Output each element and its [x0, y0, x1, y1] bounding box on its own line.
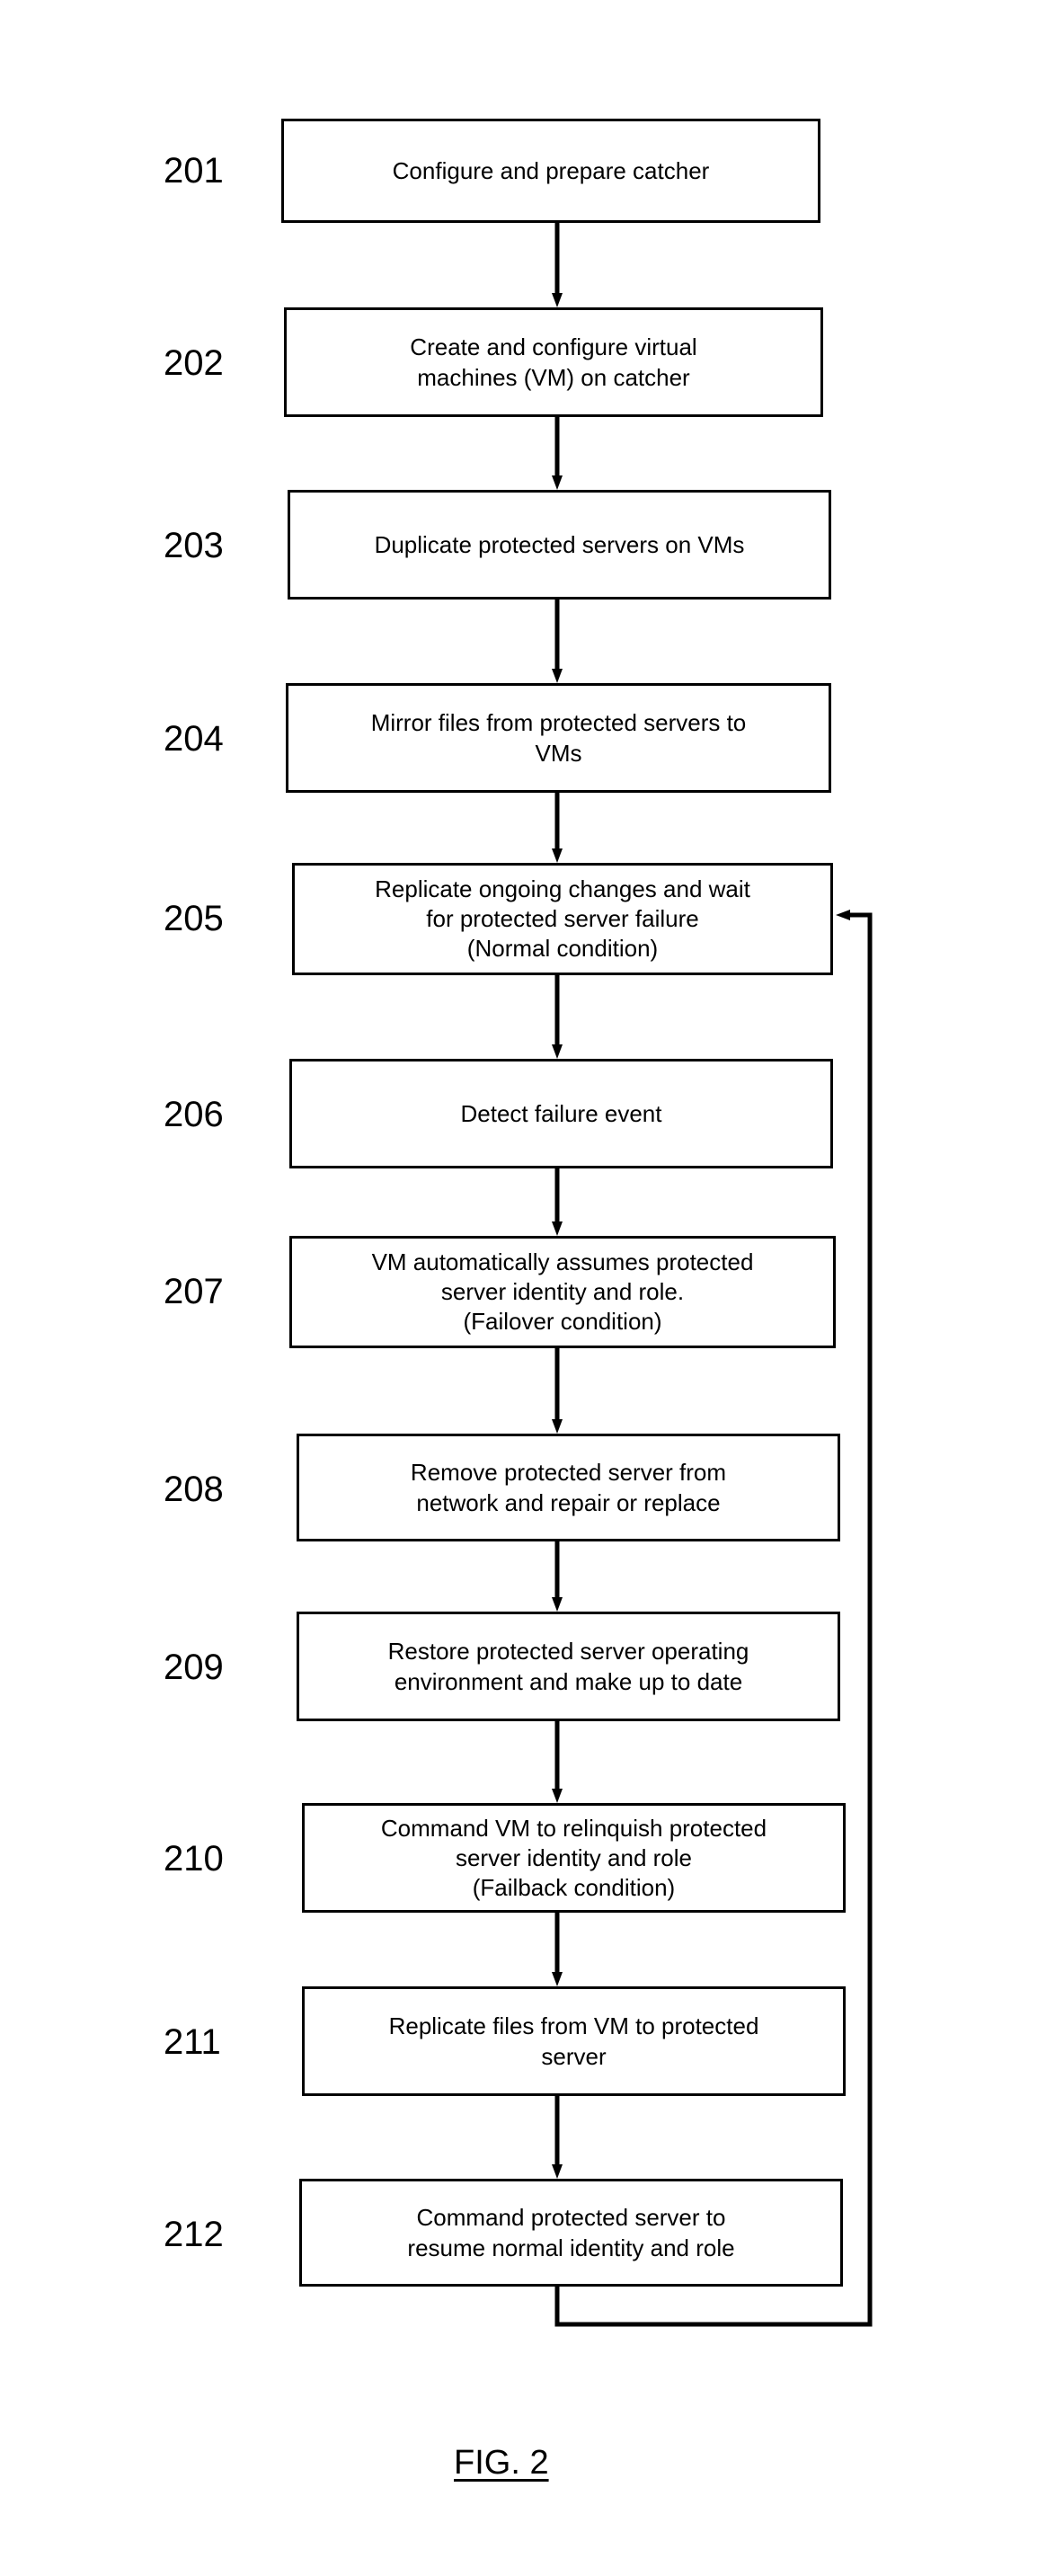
step-box-210[interactable]: Command VM to relinquish protected serve…: [302, 1803, 846, 1913]
step-label-209: Restore protected server operating envir…: [387, 1638, 749, 1695]
step-box-208[interactable]: Remove protected server from network and…: [297, 1434, 840, 1541]
step-label-204: Mirror files from protected servers to V…: [370, 709, 747, 767]
step-label-207: VM automatically assumes protected serve…: [371, 1248, 754, 1335]
step-box-203[interactable]: Duplicate protected servers on VMs: [288, 490, 831, 600]
step-box-201[interactable]: Configure and prepare catcher: [281, 119, 820, 223]
step-box-205[interactable]: Replicate ongoing changes and wait for p…: [292, 863, 833, 975]
step-number-210: 210: [164, 1839, 224, 1879]
step-number-202: 202: [164, 343, 224, 383]
step-box-202[interactable]: Create and configure virtual machines (V…: [284, 307, 823, 417]
step-number-201: 201: [164, 151, 224, 191]
step-label-201: Configure and prepare catcher: [392, 157, 710, 184]
step-box-209[interactable]: Restore protected server operating envir…: [297, 1612, 840, 1721]
step-number-212: 212: [164, 2215, 224, 2254]
step-box-207[interactable]: VM automatically assumes protected serve…: [289, 1236, 836, 1348]
figure-caption: FIG. 2: [454, 2444, 549, 2482]
step-label-208: Remove protected server from network and…: [410, 1459, 727, 1516]
step-label-205: Replicate ongoing changes and wait for p…: [375, 875, 750, 962]
step-number-205: 205: [164, 899, 224, 938]
step-number-208: 208: [164, 1470, 224, 1509]
step-box-204[interactable]: Mirror files from protected servers to V…: [286, 683, 831, 793]
step-label-206: Detect failure event: [460, 1100, 662, 1127]
step-label-203: Duplicate protected servers on VMs: [374, 531, 745, 558]
step-label-202: Create and configure virtual machines (V…: [410, 333, 697, 391]
step-number-203: 203: [164, 526, 224, 565]
step-label-211: Replicate files from VM to protected ser…: [388, 2012, 759, 2070]
patent-figure: 201 Configure and prepare catcher 202 Cr…: [0, 0, 1064, 2576]
step-label-212: Command protected server to resume norma…: [407, 2204, 735, 2261]
step-number-207: 207: [164, 1272, 224, 1311]
step-number-204: 204: [164, 719, 224, 759]
step-label-210: Command VM to relinquish protected serve…: [380, 1814, 767, 1901]
step-box-212[interactable]: Command protected server to resume norma…: [299, 2179, 843, 2287]
step-box-206[interactable]: Detect failure event: [289, 1059, 833, 1168]
step-number-206: 206: [164, 1095, 224, 1134]
step-number-211: 211: [164, 2022, 221, 2062]
step-box-211[interactable]: Replicate files from VM to protected ser…: [302, 1986, 846, 2096]
step-number-209: 209: [164, 1648, 224, 1687]
